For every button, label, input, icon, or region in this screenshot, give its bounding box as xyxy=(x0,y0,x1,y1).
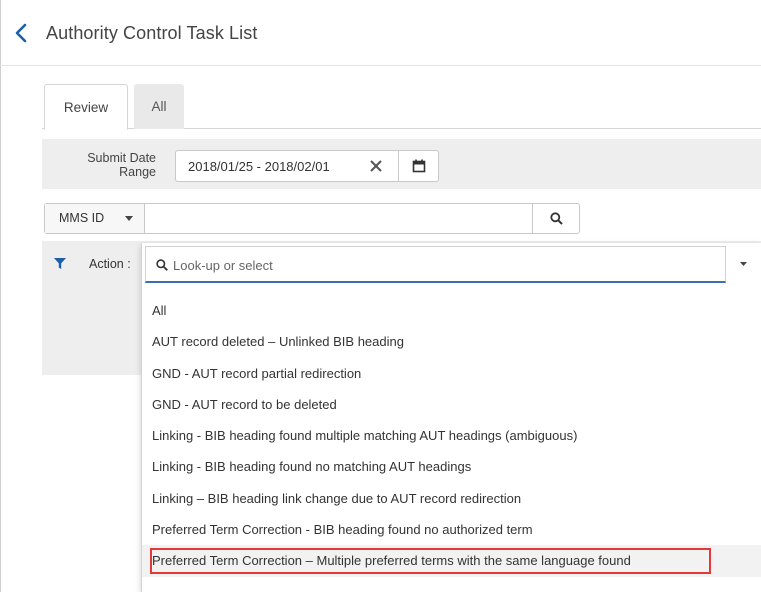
date-field-divider xyxy=(398,151,399,181)
results-panel xyxy=(42,289,145,375)
date-label-line1: Submit Date xyxy=(87,151,156,165)
action-dropdown: All AUT record deleted – Unlinked BIB he… xyxy=(141,243,761,592)
lookup-input[interactable] xyxy=(173,253,718,277)
dropdown-option[interactable]: Linking - BIB heading found no matching … xyxy=(142,451,761,482)
tab-review[interactable]: Review xyxy=(44,84,128,130)
header: Authority Control Task List xyxy=(0,0,761,66)
dropdown-option[interactable]: Preferred Term Correction - BIB heading … xyxy=(142,514,761,545)
dropdown-options: All AUT record deleted – Unlinked BIB he… xyxy=(142,295,761,577)
page: Authority Control Task List Review All S… xyxy=(0,0,761,592)
dropdown-option[interactable]: All xyxy=(142,295,761,326)
search-icon xyxy=(550,212,563,225)
action-filter-label: Action : xyxy=(89,257,131,271)
search-button[interactable] xyxy=(533,204,579,233)
lookup-field[interactable] xyxy=(145,246,726,283)
search-field-label: MMS ID xyxy=(59,211,105,225)
dropdown-option-highlighted[interactable]: Preferred Term Correction – Multiple pre… xyxy=(142,545,761,577)
page-title: Authority Control Task List xyxy=(46,23,258,43)
dropdown-option[interactable]: AUT record deleted – Unlinked BIB headin… xyxy=(142,326,761,357)
submit-date-range-label: Submit Date Range xyxy=(62,151,156,179)
left-border xyxy=(0,0,1,592)
date-range-field[interactable]: 2018/01/25 - 2018/02/01 xyxy=(175,150,439,182)
date-range-value[interactable]: 2018/01/25 - 2018/02/01 xyxy=(188,159,330,174)
dropdown-option[interactable]: Linking - BIB heading found multiple mat… xyxy=(142,420,761,451)
dropdown-option[interactable]: Linking – BIB heading link change due to… xyxy=(142,483,761,514)
date-label-line2: Range xyxy=(119,165,156,179)
tab-all[interactable]: All xyxy=(134,84,184,129)
search-field-select[interactable]: MMS ID xyxy=(45,204,145,233)
caret-down-icon[interactable] xyxy=(740,262,747,266)
dropdown-option-label: Preferred Term Correction – Multiple pre… xyxy=(152,553,631,569)
dropdown-option[interactable]: GND - AUT record partial redirection xyxy=(142,358,761,389)
search-row: MMS ID xyxy=(44,203,580,234)
date-filter-bar: Submit Date Range 2018/01/25 - 2018/02/0… xyxy=(42,139,761,189)
chevron-left-icon[interactable] xyxy=(12,22,30,44)
calendar-icon[interactable] xyxy=(412,159,426,173)
caret-down-icon xyxy=(125,216,133,221)
clear-icon[interactable] xyxy=(369,159,383,173)
search-input[interactable] xyxy=(146,204,532,233)
search-icon xyxy=(156,259,168,271)
filter-icon xyxy=(54,258,66,269)
tab-bar: Review All xyxy=(42,84,761,130)
dropdown-option[interactable]: GND - AUT record to be deleted xyxy=(142,389,761,420)
